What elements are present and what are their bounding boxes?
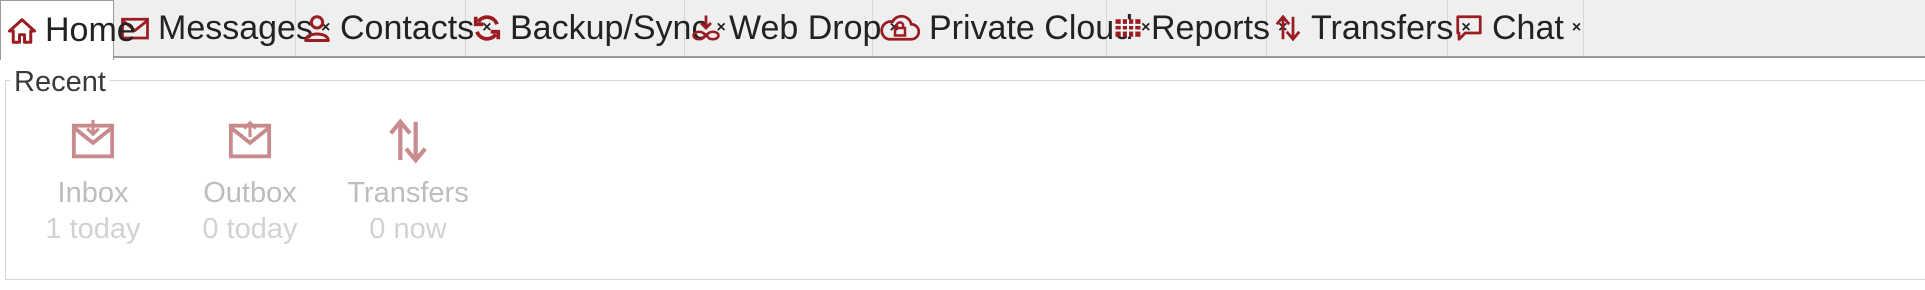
tab-label: Home: [45, 11, 136, 49]
tab-bar: Home Messages × Contacts × Backup/Sync ×…: [0, 0, 1925, 60]
tab-chat[interactable]: Chat ×: [1448, 0, 1584, 56]
web-drop-icon: [691, 13, 721, 43]
tab-messages[interactable]: Messages ×: [114, 0, 330, 56]
tab-contacts[interactable]: Contacts ×: [296, 0, 492, 56]
tab-label: Chat: [1492, 8, 1564, 47]
home-icon: [7, 16, 37, 46]
inbox-icon: [18, 118, 168, 166]
recent-group-title: Recent: [10, 66, 110, 99]
tile-label: Transfers: [347, 177, 469, 209]
table-icon: [1113, 13, 1143, 43]
tab-reports[interactable]: Reports ×: [1107, 0, 1287, 56]
transfers-icon: [333, 118, 483, 166]
recent-inbox-tile[interactable]: Inbox 1 today: [18, 118, 168, 248]
tab-label: Private Cloud: [929, 8, 1134, 47]
tile-label: Inbox: [57, 177, 129, 209]
sync-icon: [472, 13, 502, 43]
tab-backup-sync[interactable]: Backup/Sync ×: [466, 0, 726, 56]
tab-label: Web Drop: [729, 8, 882, 47]
person-icon: [302, 13, 332, 43]
tab-web-drop[interactable]: Web Drop ×: [685, 0, 899, 56]
tab-label: Transfers: [1311, 8, 1454, 47]
recent-outbox-tile[interactable]: Outbox 0 today: [175, 118, 325, 248]
tab-label: Messages: [158, 8, 313, 47]
outbox-icon: [175, 118, 325, 166]
close-icon[interactable]: ×: [1572, 19, 1581, 37]
tab-transfers[interactable]: Transfers ×: [1267, 0, 1471, 56]
tile-count: 1 today: [45, 213, 141, 245]
tab-home[interactable]: Home: [0, 0, 136, 60]
recent-transfers-tile[interactable]: Transfers 0 now: [333, 118, 483, 248]
tile-label: Outbox: [203, 177, 297, 209]
cloud-lock-icon: [879, 13, 921, 43]
tile-count: 0 today: [202, 213, 298, 245]
transfer-arrows-icon: [1273, 13, 1303, 43]
tile-count: 0 now: [369, 213, 447, 245]
tab-label: Contacts: [340, 8, 475, 47]
chat-bubble-icon: [1454, 13, 1484, 43]
tab-label: Backup/Sync: [510, 8, 709, 47]
tab-label: Reports: [1151, 8, 1271, 47]
tab-private-cloud[interactable]: Private Cloud ×: [873, 0, 1150, 56]
